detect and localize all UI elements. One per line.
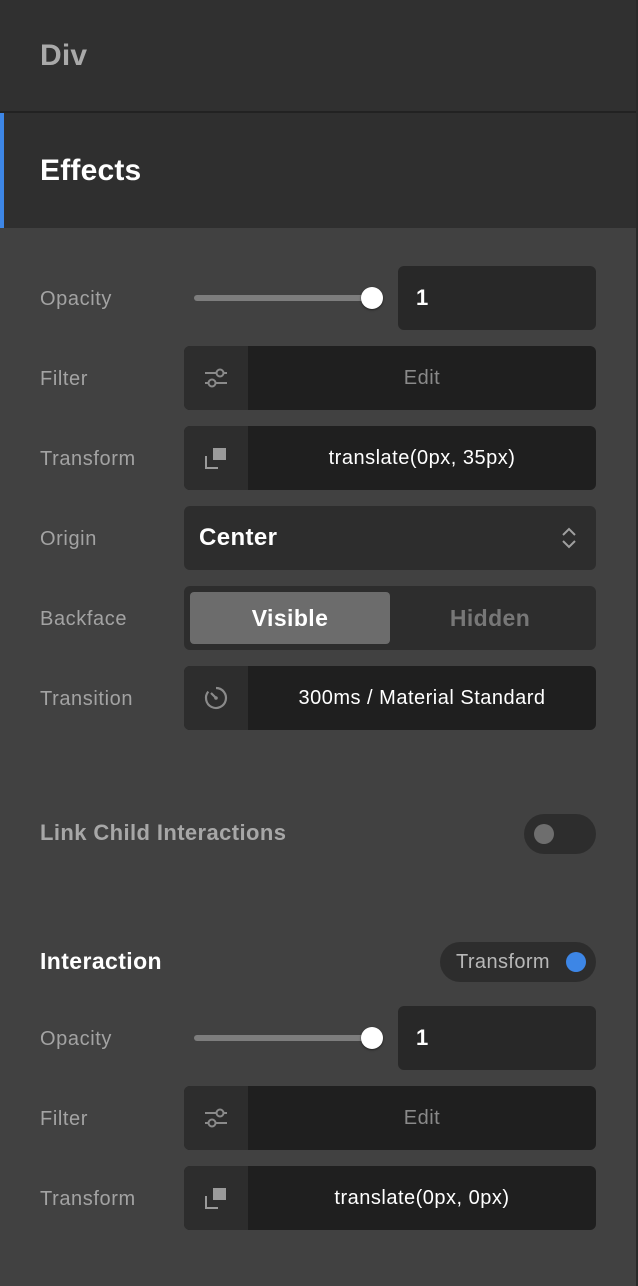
backface-label: Backface (40, 608, 128, 630)
interaction-mode-label: Transform (456, 950, 550, 973)
opacity-slider[interactable] (194, 295, 374, 301)
origin-select[interactable]: Center (184, 506, 596, 570)
div-section-title: Div (40, 38, 88, 72)
transform-icon (184, 1166, 248, 1230)
interaction-transform-value: translate(0px, 0px) (334, 1186, 510, 1209)
backface-hidden-option[interactable]: Hidden (390, 592, 590, 644)
filter-edit-button[interactable]: Edit (184, 346, 596, 410)
transition-edit-button[interactable]: 300ms / Material Standard (184, 666, 596, 730)
interaction-transform-edit-button[interactable]: translate(0px, 0px) (184, 1166, 596, 1230)
interaction-opacity-input[interactable]: 1 (398, 1006, 596, 1070)
transform-label: Transform (40, 448, 136, 470)
transform-icon (184, 426, 248, 490)
sliders-icon (184, 1086, 248, 1150)
toggle-knob (534, 824, 554, 844)
backface-segmented-control: Visible Hidden (184, 586, 596, 650)
backface-visible-option[interactable]: Visible (190, 592, 390, 644)
interaction-opacity-slider-thumb[interactable] (361, 1027, 383, 1049)
transition-label: Transition (40, 688, 134, 710)
link-child-interactions-label: Link Child Interactions (40, 820, 287, 845)
interaction-mode-pill[interactable]: Transform (440, 942, 596, 982)
opacity-label: Opacity (40, 288, 113, 310)
interaction-opacity-slider[interactable] (194, 1035, 374, 1041)
filter-value: Edit (403, 366, 441, 389)
interaction-title: Interaction (40, 948, 162, 974)
effects-section-header[interactable]: Effects (0, 113, 636, 228)
interaction-filter-value: Edit (403, 1106, 441, 1129)
chevron-updown-icon (560, 526, 578, 557)
interaction-filter-edit-button[interactable]: Edit (184, 1086, 596, 1150)
interaction-filter-label: Filter (40, 1108, 89, 1130)
active-dot-icon (566, 952, 586, 972)
interaction-opacity-value: 1 (416, 1025, 429, 1050)
timer-icon (184, 666, 248, 730)
link-child-interactions-toggle[interactable] (524, 814, 596, 854)
sliders-icon (184, 346, 248, 410)
opacity-slider-thumb[interactable] (361, 287, 383, 309)
effects-section-title: Effects (40, 153, 142, 187)
filter-label: Filter (40, 368, 89, 390)
origin-value: Center (199, 524, 278, 551)
transform-edit-button[interactable]: translate(0px, 35px) (184, 426, 596, 490)
opacity-value: 1 (416, 285, 429, 310)
transform-value: translate(0px, 35px) (328, 446, 516, 469)
transition-value: 300ms / Material Standard (298, 686, 546, 709)
interaction-opacity-label: Opacity (40, 1028, 113, 1050)
effects-panel: Div Effects Opacity 1 Filter Edit Transf… (0, 0, 638, 1286)
div-section-header[interactable]: Div (0, 0, 636, 113)
origin-label: Origin (40, 528, 97, 550)
opacity-input[interactable]: 1 (398, 266, 596, 330)
interaction-transform-label: Transform (40, 1188, 136, 1210)
